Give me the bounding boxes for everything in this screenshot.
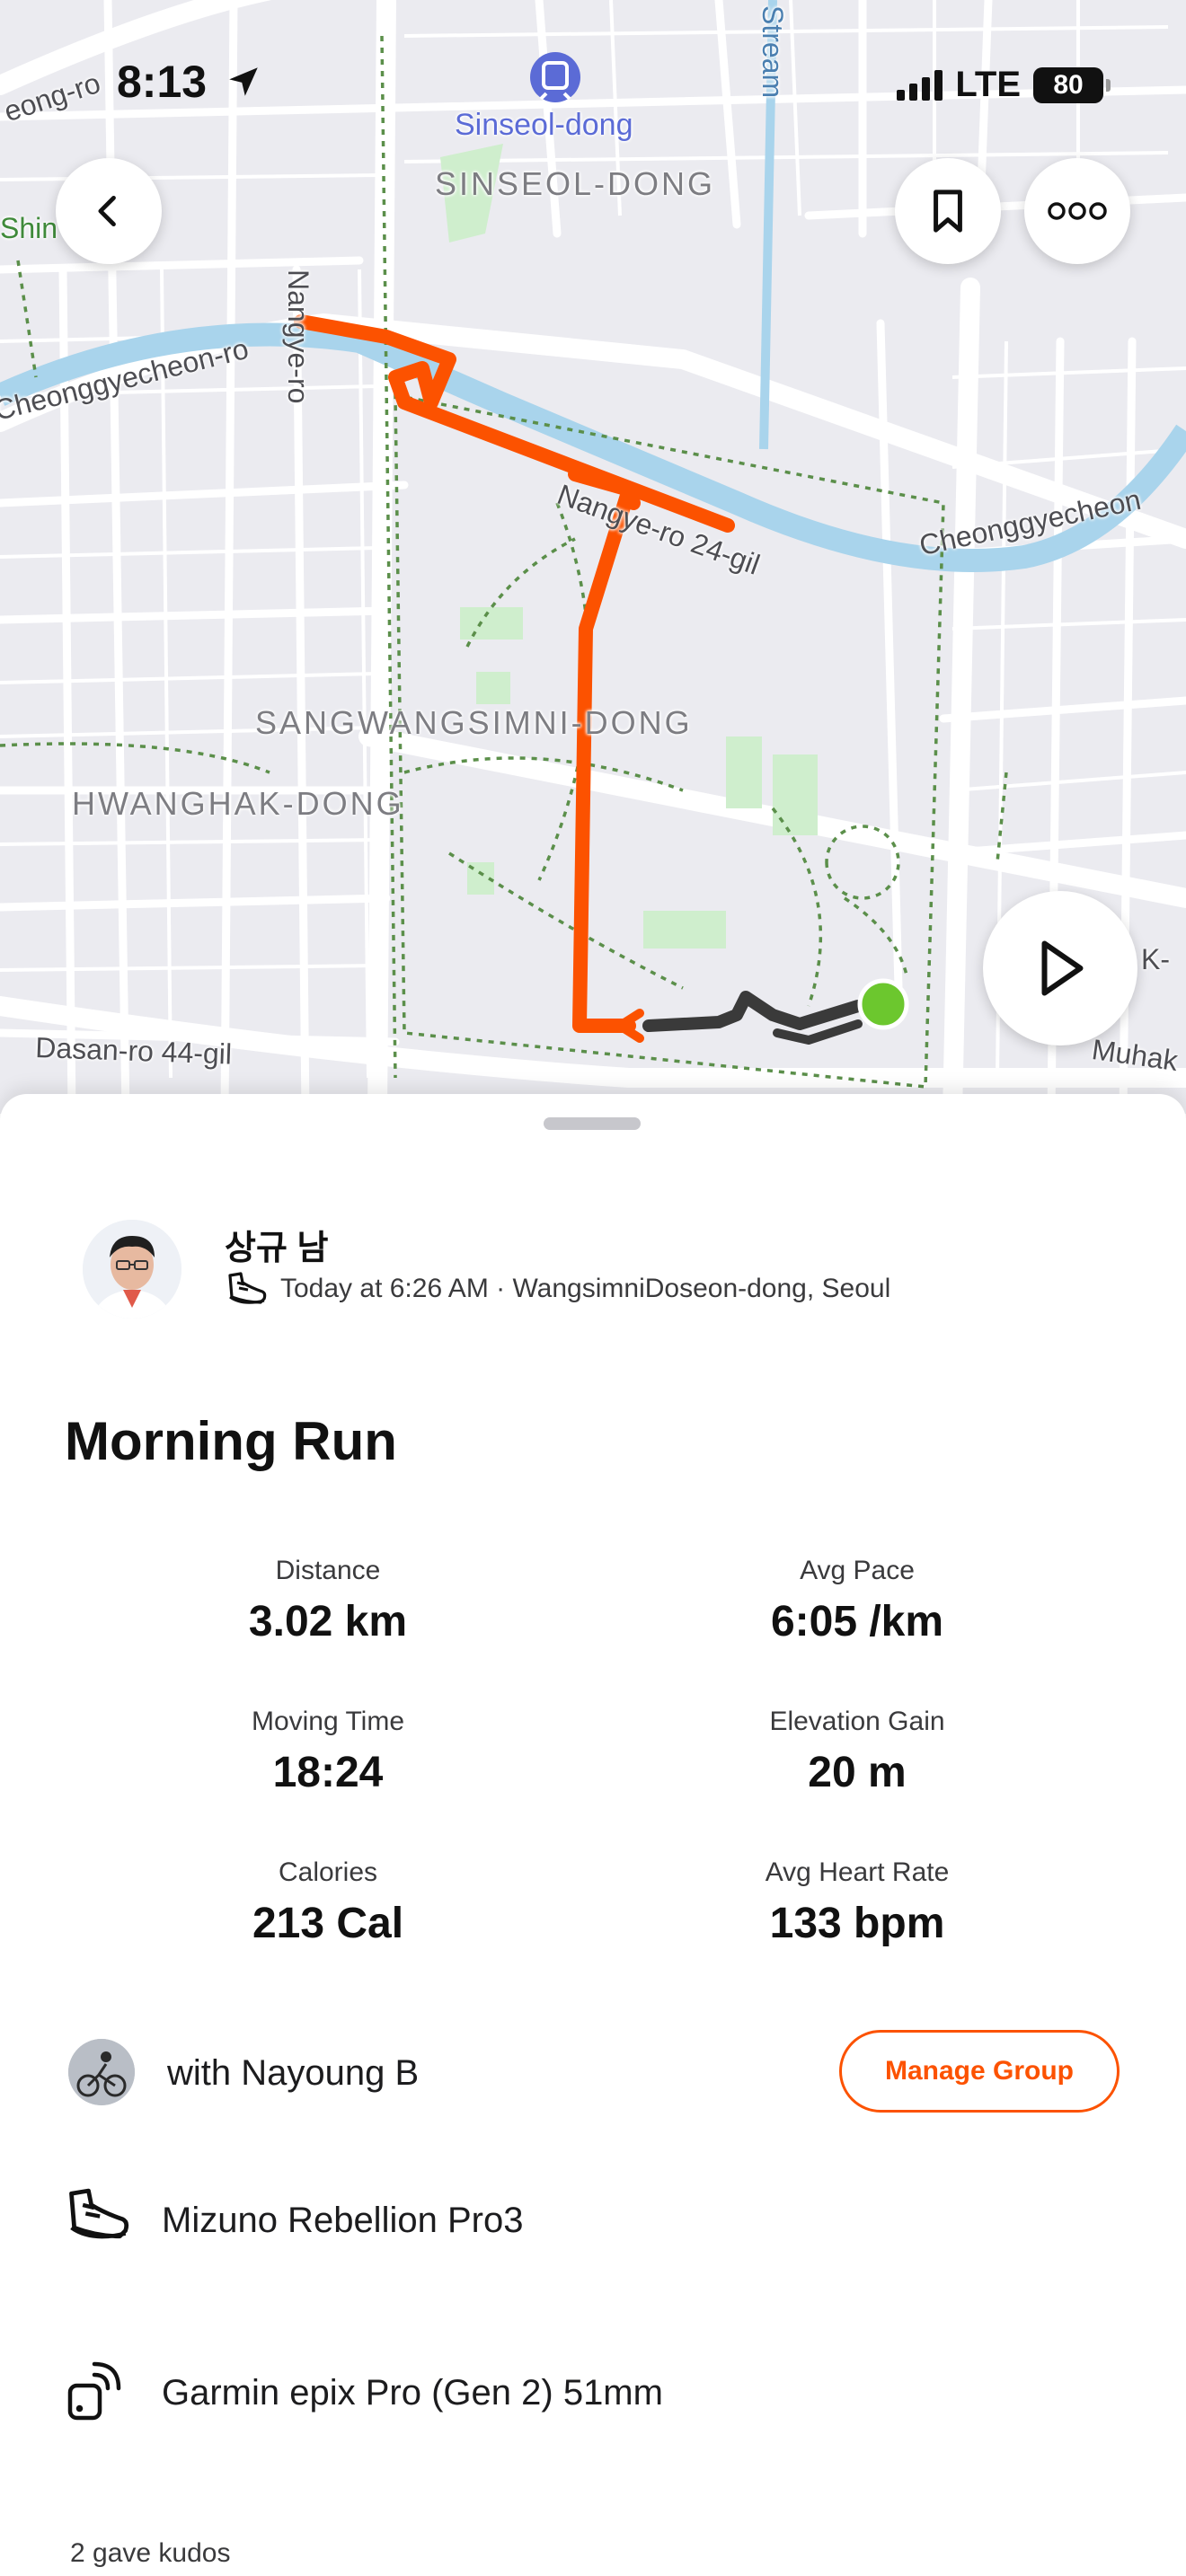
stat-label: Avg Heart Rate bbox=[765, 1857, 950, 1887]
stat-avg-heart-rate: Avg Heart Rate 133 bpm bbox=[677, 1857, 1037, 1948]
battery-icon: 80 bbox=[1033, 66, 1111, 103]
district-label: SINSEOL-DONG bbox=[435, 165, 716, 202]
cyclist-avatar-image bbox=[68, 2039, 135, 2105]
stat-value: 3.02 km bbox=[248, 1598, 408, 1645]
stat-value: 6:05 /km bbox=[770, 1598, 944, 1645]
street-label: Dasan-ro 44-gil bbox=[34, 1031, 233, 1071]
stat-value: 18:24 bbox=[272, 1749, 384, 1796]
district-label: SANGWANGSIMNI-DONG bbox=[255, 704, 693, 741]
device-text[interactable]: Garmin epix Pro (Gen 2) 51mm bbox=[162, 2373, 663, 2413]
back-button[interactable] bbox=[56, 158, 162, 264]
more-options-button[interactable] bbox=[1024, 158, 1130, 264]
avatar-image bbox=[83, 1220, 181, 1319]
street-label: Shin bbox=[0, 212, 58, 244]
chevron-left-icon bbox=[98, 195, 116, 227]
group-text[interactable]: with Nayoung B bbox=[167, 2053, 419, 2094]
run-shoe-icon bbox=[228, 1272, 267, 1304]
stat-value: 133 bpm bbox=[769, 1900, 945, 1947]
stat-label: Calories bbox=[278, 1857, 378, 1887]
stat-avg-pace: Avg Pace 6:05 /km bbox=[677, 1556, 1037, 1646]
bookmark-icon bbox=[934, 190, 962, 233]
network-type: LTE bbox=[955, 65, 1021, 104]
stat-calories: Calories 213 Cal bbox=[148, 1857, 508, 1948]
status-time: 8:13 bbox=[117, 56, 262, 108]
transit-station-label: Sinseol-dong bbox=[455, 108, 633, 142]
device-icon bbox=[65, 2359, 129, 2428]
stat-label: Avg Pace bbox=[800, 1556, 915, 1585]
group-member-avatar[interactable] bbox=[68, 2039, 135, 2105]
stat-distance: Distance 3.02 km bbox=[148, 1556, 508, 1646]
battery-level: 80 bbox=[1053, 69, 1084, 100]
play-icon bbox=[1041, 940, 1084, 996]
stat-label: Moving Time bbox=[251, 1707, 405, 1736]
shoe-icon bbox=[63, 2184, 131, 2250]
stat-moving-time: Moving Time 18:24 bbox=[148, 1707, 508, 1797]
activity-meta-text: Today at 6:26 AM · WangsimniDoseon-dong,… bbox=[280, 1274, 891, 1303]
district-label: HWANGHAK-DONG bbox=[72, 785, 404, 822]
athlete-avatar[interactable] bbox=[83, 1220, 181, 1319]
kudos-count[interactable]: 2 gave kudos bbox=[70, 2538, 230, 2569]
street-label: K- bbox=[1141, 943, 1170, 975]
gear-text[interactable]: Mizuno Rebellion Pro3 bbox=[162, 2201, 523, 2241]
cellular-signal-icon bbox=[897, 69, 943, 101]
stat-label: Distance bbox=[275, 1556, 381, 1585]
stat-label: Elevation Gain bbox=[769, 1707, 945, 1736]
stat-value: 20 m bbox=[808, 1749, 907, 1796]
stat-elevation-gain: Elevation Gain 20 m bbox=[677, 1707, 1037, 1797]
activity-sheet: 상규 남 Today at 6:26 AM · WangsimniDoseon-… bbox=[0, 1094, 1186, 2576]
activity-meta: Today at 6:26 AM · WangsimniDoseon-dong,… bbox=[225, 1270, 890, 1308]
status-indicators: LTE 80 bbox=[897, 65, 1111, 105]
street-label: Nangye-ro bbox=[282, 269, 314, 404]
route-map[interactable]: Sinseol-dong SINSEOL-DONG SANGWANGSIMNI-… bbox=[0, 0, 1186, 1114]
bookmark-button[interactable] bbox=[895, 158, 1001, 264]
activity-title: Morning Run bbox=[65, 1411, 397, 1471]
sheet-drag-handle[interactable] bbox=[544, 1117, 641, 1130]
street-label: Stream bbox=[757, 5, 789, 99]
play-flyover-button[interactable] bbox=[983, 891, 1137, 1045]
more-icon bbox=[1048, 202, 1107, 220]
location-arrow-icon bbox=[229, 67, 258, 96]
stat-value: 213 Cal bbox=[252, 1900, 404, 1947]
athlete-name[interactable]: 상규 남 bbox=[225, 1220, 328, 1269]
manage-group-button[interactable]: Manage Group bbox=[839, 2030, 1120, 2113]
